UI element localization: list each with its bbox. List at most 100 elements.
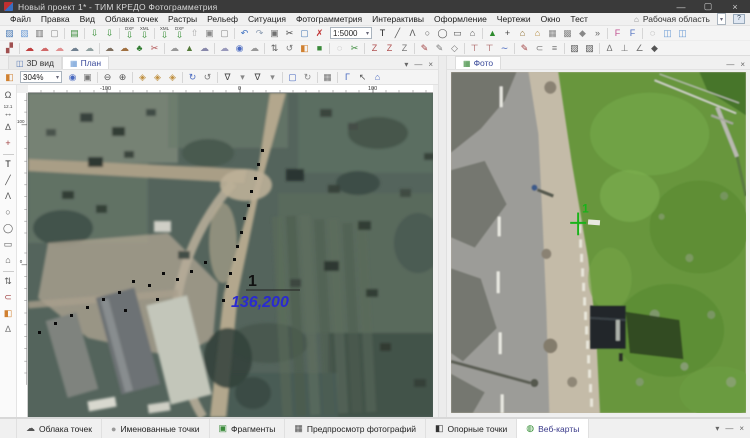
menu-test[interactable]: Тест	[565, 14, 593, 24]
ortho-lines-icon[interactable]: Γ	[340, 70, 355, 84]
more-icon[interactable]: »	[590, 26, 605, 40]
menu-situation[interactable]: Ситуация	[243, 14, 291, 24]
help-button[interactable]: ?	[733, 14, 745, 24]
filter-caret-icon[interactable]: ▾	[235, 70, 250, 84]
bar-close-button[interactable]: ×	[739, 424, 744, 433]
separator[interactable]	[1, 152, 16, 156]
delete-icon[interactable]: ✗	[312, 26, 327, 40]
menu-interactives[interactable]: Интерактивы	[367, 14, 429, 24]
bar-minimize-button[interactable]: —	[725, 424, 733, 433]
workspace-selector[interactable]: Рабочая область	[643, 14, 710, 24]
volume-icon[interactable]: ◆	[647, 41, 662, 55]
cloud-cut-icon[interactable]: ✂	[147, 41, 162, 55]
panel-minimize-button[interactable]: —	[726, 60, 734, 69]
pan-horizontal-icon[interactable]: ◈	[165, 70, 180, 84]
redo-icon[interactable]: ↷	[252, 26, 267, 40]
menu-rasters[interactable]: Растры	[163, 14, 202, 24]
cloud-save-icon[interactable]: ☁	[37, 41, 52, 55]
rotate-cw-icon[interactable]: ↻	[185, 70, 200, 84]
curve-icon[interactable]: ∼	[497, 41, 512, 55]
relief-icon[interactable]: ▲	[485, 26, 500, 40]
lasso-icon[interactable]: ◌	[645, 26, 660, 40]
box-tool-icon[interactable]: ◧	[1, 306, 16, 321]
level-b-icon[interactable]: ⊤	[482, 41, 497, 55]
tab-point-clouds[interactable]: ☁Облака точек	[16, 419, 102, 438]
cloud-tree-icon[interactable]: ♣	[132, 41, 147, 55]
filter2-icon[interactable]: ∇	[250, 70, 265, 84]
cloud-link-icon[interactable]: ☁	[102, 41, 117, 55]
menu-point-clouds[interactable]: Облака точек	[100, 14, 163, 24]
pan-icon[interactable]: ◈	[135, 70, 150, 84]
scale-select[interactable]: 1:5000 ▾	[330, 27, 372, 39]
box-up-icon[interactable]: ◧	[297, 41, 312, 55]
cloud-point-icon[interactable]: ◉	[232, 41, 247, 55]
rectangle-icon[interactable]: ▭	[450, 26, 465, 40]
level-a-icon[interactable]: ⊤	[467, 41, 482, 55]
text-icon[interactable]: T	[375, 26, 390, 40]
menu-file[interactable]: Файл	[5, 14, 36, 24]
panel-close-button[interactable]: ×	[740, 60, 745, 69]
menu-edit[interactable]: Правка	[36, 14, 75, 24]
minimize-button[interactable]: —	[670, 2, 692, 12]
height-measure-icon[interactable]: ⊥	[617, 41, 632, 55]
image-icon[interactable]: ▦	[545, 26, 560, 40]
import-model-icon[interactable]: ⇩	[102, 26, 117, 40]
house-icon[interactable]: ⌂	[515, 26, 530, 40]
rotate-cloud-icon[interactable]: ↺	[282, 41, 297, 55]
tab-plan[interactable]: ▦План	[62, 56, 109, 69]
polygon-icon[interactable]: ⌂	[465, 26, 480, 40]
rect-tool-icon[interactable]: ▭	[1, 237, 16, 252]
green-square-icon[interactable]: ■	[312, 41, 327, 55]
import-cloud-icon[interactable]: ⇩	[87, 26, 102, 40]
cloud-region-icon[interactable]: ◌	[332, 41, 347, 55]
menu-relief[interactable]: Рельеф	[202, 14, 243, 24]
check-area2-icon[interactable]: ▨	[582, 41, 597, 55]
paste-icon[interactable]: ▣	[267, 26, 282, 40]
rotate-ccw-icon[interactable]: ↺	[200, 70, 215, 84]
fragment-link-icon[interactable]: F	[625, 26, 640, 40]
magnet-tool-icon[interactable]: ⊂	[1, 290, 16, 305]
draw-polygon-icon[interactable]: ◇	[447, 41, 462, 55]
cursor-icon[interactable]: ↖	[355, 70, 370, 84]
image2-icon[interactable]: ▩	[560, 26, 575, 40]
cloud-export-icon[interactable]: ☁	[82, 41, 97, 55]
photo-view[interactable]: 1	[451, 72, 746, 413]
tab-fragments[interactable]: ▣Фрагменты	[210, 419, 286, 438]
points-grid-icon[interactable]: ▞	[2, 41, 17, 55]
menu-design[interactable]: Оформление	[429, 14, 492, 24]
ellipse-tool-icon[interactable]: ○	[1, 205, 16, 220]
angle-tool-icon[interactable]: Λ	[1, 189, 16, 204]
cloud-gray-icon[interactable]: ☁	[247, 41, 262, 55]
slope-icon[interactable]: ∆	[1, 120, 16, 135]
undo-icon[interactable]: ↶	[237, 26, 252, 40]
distance-icon[interactable]: 12.1↔	[1, 104, 16, 119]
menu-drawings[interactable]: Чертежи	[492, 14, 536, 24]
cloud-recent-icon[interactable]: ☁	[52, 41, 67, 55]
tab-named-points[interactable]: ●Именованные точки	[102, 419, 210, 438]
tab-control-points[interactable]: ◧Опорные точки	[426, 419, 517, 438]
filter-icon[interactable]: ∇	[220, 70, 235, 84]
pencil-red-icon[interactable]: ✎	[517, 41, 532, 55]
filter2-caret-icon[interactable]: ▾	[265, 70, 280, 84]
plan-map-view[interactable]: 1 136,200	[28, 93, 433, 417]
close-button[interactable]: ×	[724, 2, 746, 12]
tab-3d-view[interactable]: ◫3D вид	[8, 56, 62, 69]
circle-tool-icon[interactable]: ◯	[1, 221, 16, 236]
cloud-surface-icon[interactable]: ☁	[197, 41, 212, 55]
capture-region-icon[interactable]: ⌂	[370, 70, 385, 84]
refresh-selection-icon[interactable]: ↻	[300, 70, 315, 84]
cloud-ground-icon[interactable]: ▲	[182, 41, 197, 55]
save-window-icon[interactable]: ▢	[47, 26, 62, 40]
cloud-classify-icon[interactable]: ☁	[167, 41, 182, 55]
table-icon[interactable]: ▤	[67, 26, 82, 40]
menu-view[interactable]: Вид	[75, 14, 100, 24]
line-tool-icon[interactable]: ╱	[1, 173, 16, 188]
profile-icon[interactable]: ⇅	[267, 41, 282, 55]
fragment-edit-icon[interactable]: F	[610, 26, 625, 40]
zoom-rect-icon[interactable]: ▣	[80, 70, 95, 84]
measure-icon[interactable]: Ω	[1, 88, 16, 103]
tab-photo[interactable]: ▦ Фото	[455, 56, 501, 69]
export-dxf-icon[interactable]: DXF⇩	[122, 26, 137, 40]
window-view2-icon[interactable]: ◫	[675, 26, 690, 40]
cut-icon[interactable]: ✂	[282, 26, 297, 40]
